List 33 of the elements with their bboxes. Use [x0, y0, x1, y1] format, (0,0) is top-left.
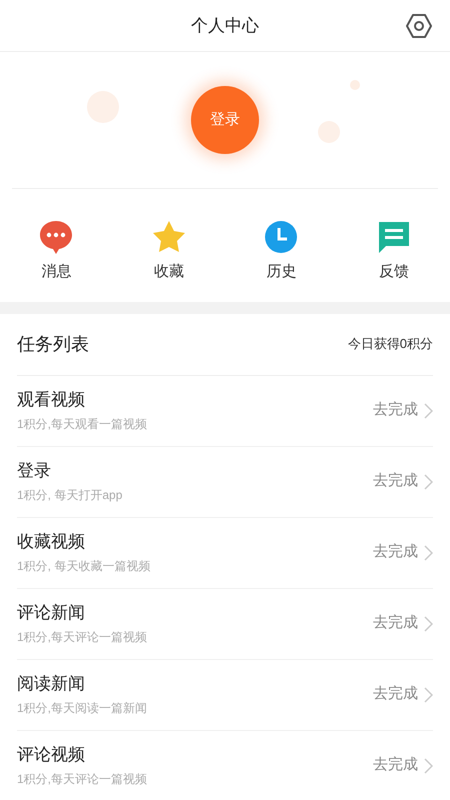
complete-task-link[interactable]: 去完成	[373, 612, 433, 635]
task-description: 1积分, 每天收藏一篇视频	[17, 558, 150, 574]
task-name: 观看视频	[17, 389, 86, 411]
chevron-right-icon	[424, 474, 433, 490]
task-name: 登录	[17, 460, 52, 482]
chevron-right-icon	[424, 402, 433, 418]
task-name: 阅读新闻	[17, 673, 86, 695]
task-description: 1积分,每天阅读一篇新闻	[17, 700, 148, 716]
chevron-right-icon	[424, 758, 433, 774]
chevron-right-icon	[424, 544, 433, 560]
chevron-right-icon	[424, 616, 433, 632]
task-description: 1积分,每天评论一篇视频	[17, 630, 148, 645]
task-description: 1积分,每天评论一篇视频	[17, 772, 148, 787]
shortcut-label[interactable]: 反馈	[378, 261, 409, 284]
task-name: 评论视频	[17, 744, 86, 766]
settings-icon[interactable]	[406, 13, 432, 39]
points-summary: 今日获得0积分	[348, 335, 433, 354]
complete-task-link[interactable]: 去完成	[373, 399, 433, 422]
task-description: 1积分,每天观看一篇视频	[17, 416, 148, 432]
complete-task-link[interactable]: 去完成	[373, 470, 433, 493]
task-description: 1积分, 每天打开app	[17, 488, 122, 503]
task-name: 收藏视频	[17, 531, 86, 553]
complete-task-link[interactable]: 去完成	[373, 541, 433, 564]
login-button[interactable]: 登录	[191, 86, 259, 154]
complete-task-link[interactable]: 去完成	[373, 754, 433, 777]
section-title: 任务列表	[17, 332, 89, 356]
chevron-right-icon	[424, 686, 433, 702]
task-name: 评论新闻	[17, 602, 86, 624]
shortcut-label[interactable]: 消息	[41, 261, 72, 284]
page-title: 个人中心	[191, 14, 259, 37]
shortcut-label[interactable]: 收藏	[154, 261, 184, 284]
complete-task-link[interactable]: 去完成	[373, 683, 433, 706]
shortcut-label[interactable]: 历史	[266, 261, 296, 284]
